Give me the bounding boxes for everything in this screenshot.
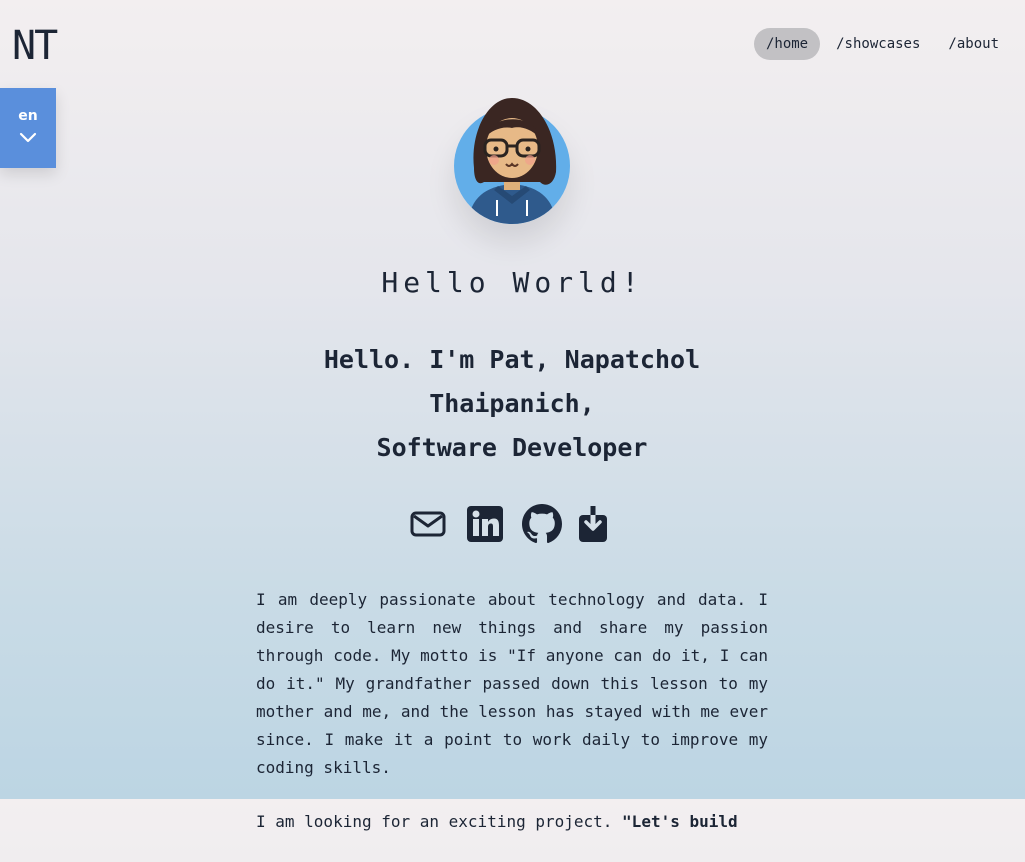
bio-section: I am deeply passionate about technology … — [256, 586, 768, 862]
greeting-heading: Hello World! — [381, 266, 644, 299]
bio-paragraph-2: I am looking for an exciting project. "L… — [256, 808, 768, 836]
github-link[interactable] — [522, 504, 578, 544]
main-nav: /home /showcases /about — [750, 28, 1011, 60]
avatar — [454, 98, 570, 224]
intro-line-2: Software Developer — [376, 433, 648, 462]
download-icon — [579, 506, 607, 542]
github-icon — [522, 504, 562, 544]
avatar-illustration-icon — [454, 98, 570, 224]
language-label: en — [18, 108, 38, 124]
bio-paragraph-1: I am deeply passionate about technology … — [256, 590, 768, 777]
bio-paragraph-2-bold: "Let's build — [622, 812, 738, 831]
social-links — [410, 504, 634, 544]
resume-download-link[interactable] — [578, 504, 634, 544]
email-link[interactable] — [410, 504, 466, 544]
linkedin-link[interactable] — [466, 504, 522, 544]
bio-paragraph-2-text: I am looking for an exciting project. — [256, 812, 623, 831]
nav-home[interactable]: /home — [753, 28, 821, 60]
intro-line-1: Hello. I'm Pat, Napatchol Thaipanich, — [323, 345, 701, 418]
site-logo[interactable]: NT — [12, 24, 58, 68]
linkedin-icon — [467, 506, 503, 542]
chevron-down-icon — [19, 132, 37, 143]
intro-heading: Hello. I'm Pat, Napatchol Thaipanich, So… — [262, 338, 762, 470]
language-selector[interactable]: en — [0, 88, 56, 168]
nav-showcases[interactable]: /showcases — [824, 28, 932, 60]
mail-icon — [410, 511, 446, 537]
nav-about[interactable]: /about — [936, 28, 1011, 60]
